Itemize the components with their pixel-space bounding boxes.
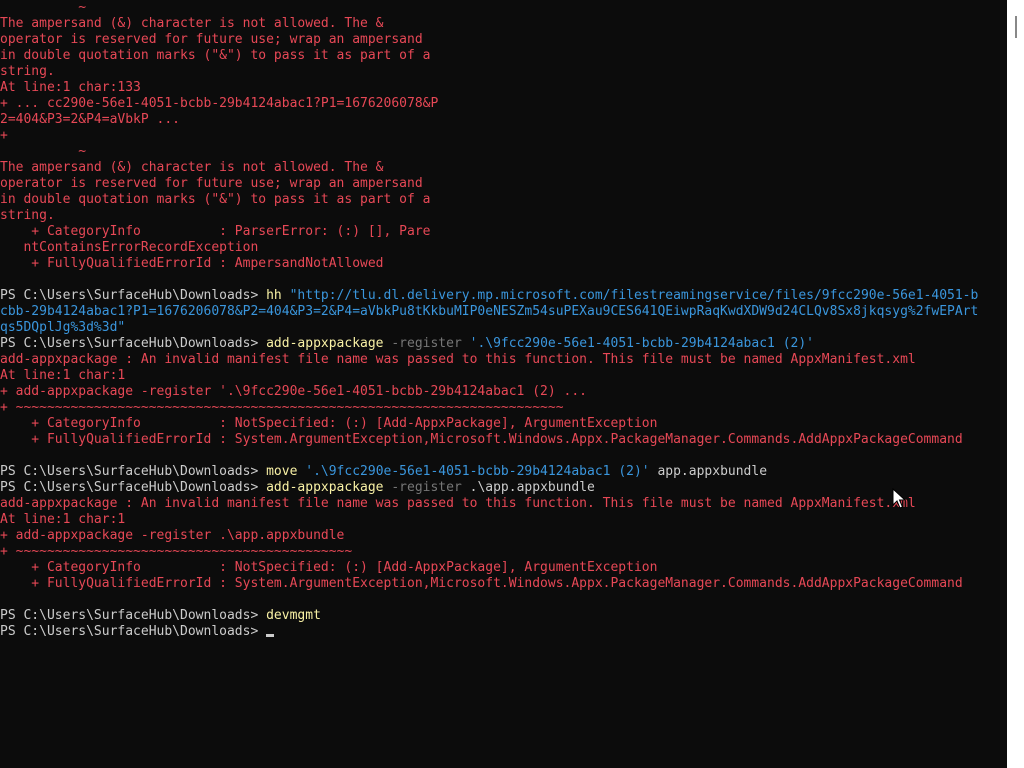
terminal-text-err: + ... cc290e-56e1-4051-bcbb-29b4124abac1… [0, 96, 439, 111]
terminal-text-txt [282, 288, 290, 303]
terminal-text-err: The ampersand (&) character is not allow… [0, 16, 384, 31]
terminal-line: + FullyQualifiedErrorId : AmpersandNotAl… [0, 256, 384, 272]
terminal-text-txt: PS C:\Users\SurfaceHub\Downloads> [0, 624, 267, 639]
terminal-line: At line:1 char:1 [0, 368, 125, 384]
terminal-line: operator is reserved for future use; wra… [0, 176, 423, 192]
terminal-text-err: + CategoryInfo : NotSpecified: (:) [Add-… [0, 560, 658, 575]
terminal-text-err: in double quotation marks ("&") to pass … [0, 192, 431, 207]
terminal-line: in double quotation marks ("&") to pass … [0, 48, 430, 64]
terminal-line: + ... cc290e-56e1-4051-bcbb-29b4124abac1… [0, 96, 438, 112]
terminal-text-err: + FullyQualifiedErrorId : System.Argumen… [0, 432, 963, 447]
terminal-line: PS C:\Users\SurfaceHub\Downloads> move '… [0, 464, 767, 480]
terminal-line: + [0, 128, 8, 144]
terminal-text-str: '.\9fcc290e-56e1-4051-bcbb-29b4124abac1 … [469, 336, 814, 351]
terminal-line: 2=404&P3=2&P4=aVbkP ... [0, 112, 180, 128]
terminal-line: in double quotation marks ("&") to pass … [0, 192, 430, 208]
vertical-scrollbar[interactable] [1007, 0, 1024, 768]
terminal-line: ~ [0, 144, 86, 160]
terminal-line: PS C:\Users\SurfaceHub\Downloads> add-ap… [0, 480, 595, 496]
terminal-text-err: At line:1 char:1 [0, 512, 126, 527]
terminal-text-err: + ~~~~~~~~~~~~~~~~~~~~~~~~~~~~~~~~~~~~~~… [0, 544, 353, 559]
terminal-text-err: + add-appxpackage -register .\app.appxbu… [0, 528, 345, 543]
terminal-text-str: '.\9fcc290e-56e1-4051-bcbb-29b4124abac1 … [305, 464, 650, 479]
terminal-line: add-appxpackage : An invalid manifest fi… [0, 496, 916, 512]
terminal-text-str: "http://tlu.dl.delivery.mp.microsoft.com… [289, 288, 979, 303]
terminal-text-cmd: add-appxpackage [266, 480, 384, 495]
terminal-line: + CategoryInfo : NotSpecified: (:) [Add-… [0, 416, 657, 432]
terminal-text-err: ~ [0, 144, 87, 159]
terminal-text-txt: PS C:\Users\SurfaceHub\Downloads> [0, 480, 267, 495]
terminal-line: PS C:\Users\SurfaceHub\Downloads> hh "ht… [0, 288, 978, 304]
text-cursor-icon [266, 634, 275, 637]
terminal-text-err: operator is reserved for future use; wra… [0, 32, 423, 47]
terminal-text-err: + CategoryInfo : ParserError: (:) [], Pa… [0, 224, 431, 239]
terminal-line: PS C:\Users\SurfaceHub\Downloads> devmgm… [0, 608, 321, 624]
terminal-text-err: + FullyQualifiedErrorId : System.Argumen… [0, 576, 963, 591]
terminal-text-err: At line:1 char:1 [0, 368, 126, 383]
terminal-text-err: + ~~~~~~~~~~~~~~~~~~~~~~~~~~~~~~~~~~~~~~… [0, 400, 564, 415]
terminal-output[interactable]: ~ The ampersand (&) character is not allo… [0, 0, 1007, 768]
mouse-pointer-icon [892, 488, 906, 509]
terminal-text-cmd: hh [266, 288, 282, 303]
terminal-text-err: string. [0, 208, 55, 223]
terminal-text-err: add-appxpackage : An invalid manifest fi… [0, 352, 916, 367]
terminal-line: string. [0, 64, 55, 80]
terminal-text-txt: .\app.appxbundle [461, 480, 595, 495]
terminal-line: operator is reserved for future use; wra… [0, 32, 423, 48]
terminal-text-str: cbb-29b4124abac1?P1=1676206078&P2=404&P3… [0, 304, 979, 319]
terminal-line: + add-appxpackage -register '.\9fcc290e-… [0, 384, 587, 400]
terminal-line: PS C:\Users\SurfaceHub\Downloads> [0, 624, 275, 640]
terminal-text-txt: PS C:\Users\SurfaceHub\Downloads> [0, 608, 267, 623]
terminal-text-err: in double quotation marks ("&") to pass … [0, 48, 431, 63]
terminal-text-err: add-appxpackage : An invalid manifest fi… [0, 496, 916, 511]
terminal-text-err: + CategoryInfo : NotSpecified: (:) [Add-… [0, 416, 658, 431]
terminal-text-err: 2=404&P3=2&P4=aVbkP ... [0, 112, 181, 127]
terminal-text-err: operator is reserved for future use; wra… [0, 176, 423, 191]
terminal-line: At line:1 char:1 [0, 512, 125, 528]
terminal-line: PS C:\Users\SurfaceHub\Downloads> add-ap… [0, 336, 814, 352]
terminal-line: + add-appxpackage -register .\app.appxbu… [0, 528, 344, 544]
terminal-line: add-appxpackage : An invalid manifest fi… [0, 352, 916, 368]
terminal-line: + ~~~~~~~~~~~~~~~~~~~~~~~~~~~~~~~~~~~~~~… [0, 544, 352, 560]
terminal-text-err: + [0, 128, 8, 143]
terminal-line: string. [0, 208, 55, 224]
terminal-text-err: string. [0, 64, 55, 79]
terminal-text-txt [462, 336, 470, 351]
terminal-text-err: + FullyQualifiedErrorId : AmpersandNotAl… [0, 256, 384, 271]
terminal-line: cbb-29b4124abac1?P1=1676206078&P2=404&P3… [0, 304, 978, 320]
terminal-text-err: The ampersand (&) character is not allow… [0, 160, 384, 175]
terminal-text-txt: PS C:\Users\SurfaceHub\Downloads> [0, 288, 267, 303]
terminal-line: + CategoryInfo : ParserError: (:) [], Pa… [0, 224, 430, 240]
terminal-text-err: At line:1 char:133 [0, 80, 141, 95]
terminal-line: + CategoryInfo : NotSpecified: (:) [Add-… [0, 560, 657, 576]
terminal-line: qs5DQplJg%3d%3d" [0, 320, 125, 336]
terminal-text-err: ~ [0, 0, 87, 15]
terminal-text-txt: PS C:\Users\SurfaceHub\Downloads> [0, 464, 267, 479]
terminal-text-param: -register [391, 336, 462, 351]
terminal-line: ~ [0, 0, 86, 16]
terminal-line: The ampersand (&) character is not allow… [0, 160, 384, 176]
terminal-text-cmd: devmgmt [266, 608, 321, 623]
terminal-line: + FullyQualifiedErrorId : System.Argumen… [0, 576, 963, 592]
terminal-text-param: -register [391, 480, 462, 495]
terminal-text-cmd: add-appxpackage [266, 336, 384, 351]
terminal-line: The ampersand (&) character is not allow… [0, 16, 384, 32]
terminal-line: At line:1 char:133 [0, 80, 141, 96]
terminal-text-cmd: move [266, 464, 298, 479]
terminal-text-txt: PS C:\Users\SurfaceHub\Downloads> [0, 336, 267, 351]
scrollbar-thumb[interactable] [1015, 16, 1017, 38]
terminal-line: ntContainsErrorRecordException [0, 240, 258, 256]
terminal-text-err: + add-appxpackage -register '.\9fcc290e-… [0, 384, 587, 399]
terminal-line: + ~~~~~~~~~~~~~~~~~~~~~~~~~~~~~~~~~~~~~~… [0, 400, 564, 416]
terminal-text-str: qs5DQplJg%3d%3d" [0, 320, 126, 335]
terminal-text-txt: app.appxbundle [649, 464, 768, 479]
terminal-line: + FullyQualifiedErrorId : System.Argumen… [0, 432, 963, 448]
terminal-text-err: ntContainsErrorRecordException [0, 240, 259, 255]
